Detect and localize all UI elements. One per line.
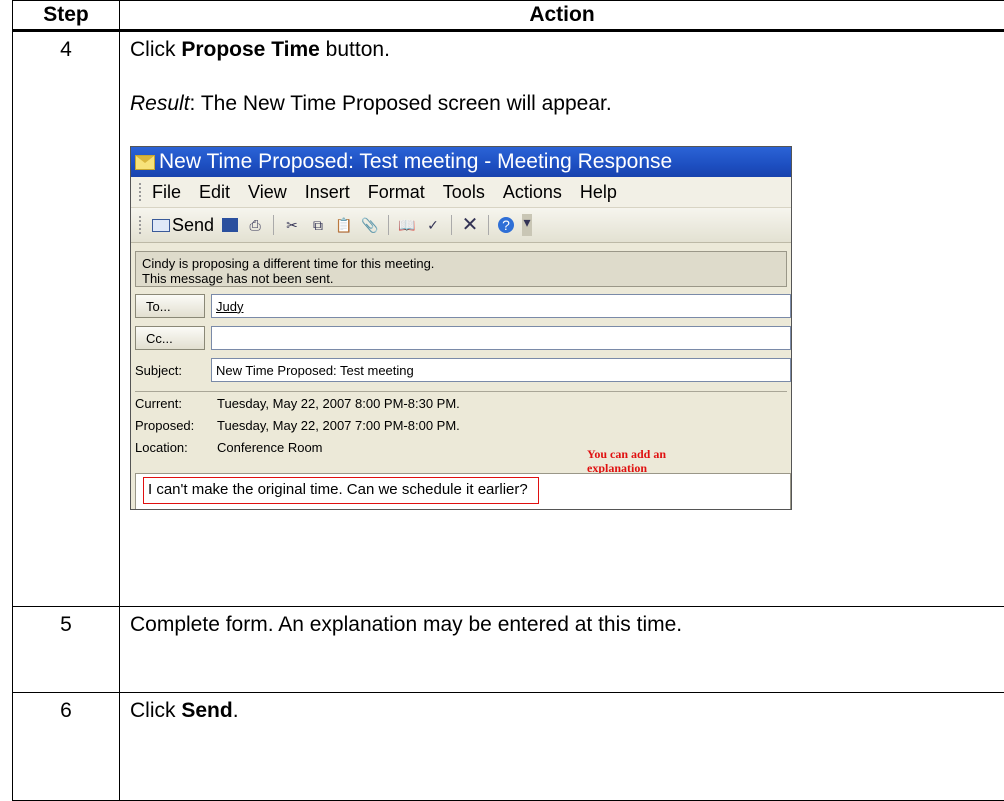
step-row-5: 5 Complete form. An explanation may be e… <box>13 607 1004 693</box>
window-title-bar: New Time Proposed: Test meeting - Meetin… <box>131 147 791 177</box>
step-column-header: Step <box>13 1 120 31</box>
step-number: 5 <box>13 607 120 693</box>
proposed-label: Proposed: <box>135 418 217 433</box>
to-field[interactable]: Judy <box>211 294 791 318</box>
step-number: 4 <box>13 31 120 607</box>
subject-row: Subject: New Time Proposed: Test meeting <box>135 357 791 383</box>
toolbar-options-icon[interactable]: ▾ <box>522 214 532 236</box>
procedure-document: Step Action 4 Click Propose Time button.… <box>12 0 1004 798</box>
save-icon[interactable] <box>222 218 238 232</box>
menu-tools[interactable]: Tools <box>443 182 485 203</box>
close-icon[interactable]: ✕ <box>461 217 479 233</box>
subject-label: Subject: <box>135 363 211 378</box>
table-header-row: Step Action <box>13 1 1004 31</box>
menu-file[interactable]: File <box>152 182 181 203</box>
cc-field[interactable] <box>211 326 791 350</box>
menu-view[interactable]: View <box>248 182 287 203</box>
explanation-text: I can't make the original time. Can we s… <box>143 477 539 504</box>
window-title: New Time Proposed: Test meeting - Meetin… <box>159 150 672 174</box>
current-label: Current: <box>135 396 217 411</box>
toolbar-grip <box>139 216 144 234</box>
step-4-result: Result: The New Time Proposed screen wil… <box>130 92 1004 116</box>
cc-button[interactable]: Cc... <box>135 326 205 350</box>
step-row-4: 4 Click Propose Time button. Result: The… <box>13 31 1004 607</box>
print-icon[interactable]: ⎙ <box>246 217 264 233</box>
step-action: Complete form. An explanation may be ent… <box>120 607 1004 693</box>
menu-insert[interactable]: Insert <box>305 182 350 203</box>
toolbar-separator <box>488 215 489 235</box>
propose-time-label: Propose Time <box>181 38 320 61</box>
proposed-value: Tuesday, May 22, 2007 7:00 PM-8:00 PM. <box>217 418 460 433</box>
current-value: Tuesday, May 22, 2007 8:00 PM-8:30 PM. <box>217 396 460 411</box>
attach-icon[interactable]: 📎 <box>361 217 379 233</box>
paste-icon[interactable]: 📋 <box>335 217 353 233</box>
standard-toolbar: Send ⎙ ✂ ⧉ 📋 📎 📖 ✓ ✕ ? ▾ <box>131 208 791 243</box>
menu-help[interactable]: Help <box>580 182 617 203</box>
to-row: To... Judy <box>135 293 791 319</box>
step-action: Click Send. <box>120 693 1004 801</box>
menu-format[interactable]: Format <box>368 182 425 203</box>
step-4-instruction: Click Propose Time button. <box>130 38 1004 62</box>
send-label: Send <box>181 699 232 722</box>
location-label: Location: <box>135 440 217 455</box>
send-button[interactable]: Send <box>152 215 214 236</box>
subject-field[interactable]: New Time Proposed: Test meeting <box>211 358 791 382</box>
cut-icon[interactable]: ✂ <box>283 217 301 233</box>
toolbar-separator <box>273 215 274 235</box>
menu-actions[interactable]: Actions <box>503 182 562 203</box>
cc-row: Cc... <box>135 325 791 351</box>
steps-table: Step Action 4 Click Propose Time button.… <box>12 0 1004 801</box>
check-names-icon[interactable]: ✓ <box>424 217 442 233</box>
help-icon[interactable]: ? <box>498 217 514 233</box>
toolbar-separator <box>388 215 389 235</box>
new-time-proposed-window: New Time Proposed: Test meeting - Meetin… <box>130 146 792 510</box>
address-book-icon[interactable]: 📖 <box>398 217 416 233</box>
step-action: Click Propose Time button. Result: The N… <box>120 31 1004 607</box>
toolbar-separator <box>451 215 452 235</box>
envelope-icon <box>135 155 155 170</box>
meeting-details: Current:Tuesday, May 22, 2007 8:00 PM-8:… <box>135 392 791 458</box>
send-icon <box>152 219 170 232</box>
copy-icon[interactable]: ⧉ <box>309 217 327 233</box>
menubar-grip <box>139 183 144 201</box>
step-number: 6 <box>13 693 120 801</box>
action-column-header: Action <box>120 1 1004 31</box>
step-row-6: 6 Click Send. <box>13 693 1004 801</box>
menu-edit[interactable]: Edit <box>199 182 230 203</box>
to-button[interactable]: To... <box>135 294 205 318</box>
menu-bar: File Edit View Insert Format Tools Actio… <box>131 177 791 208</box>
location-value: Conference Room <box>217 440 323 455</box>
info-bar: Cindy is proposing a different time for … <box>135 251 787 287</box>
